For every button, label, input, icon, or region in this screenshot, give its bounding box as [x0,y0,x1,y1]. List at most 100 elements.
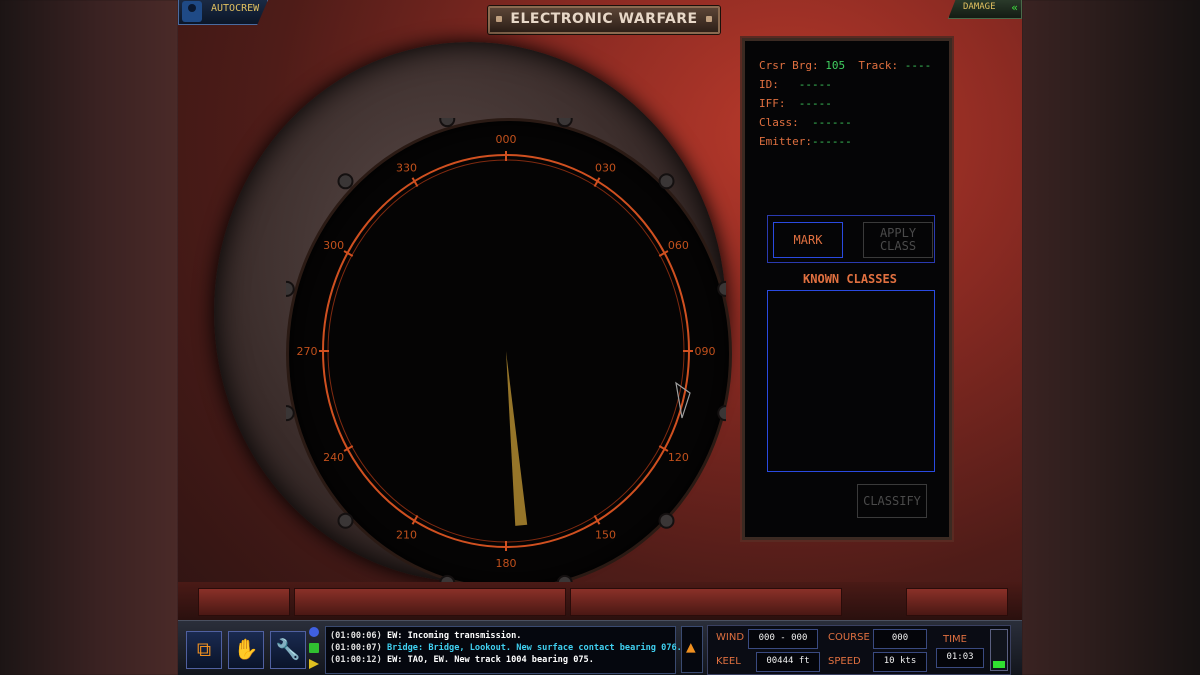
bearing-label: 330 [396,161,417,174]
heading-arrow-icon: ▲ [686,637,696,656]
fuel-gauge [990,629,1008,671]
damage-label: DAMAGE [963,2,996,12]
speed-label: SPEED [828,656,861,667]
bolt-icon [658,512,675,529]
scan-needle [506,351,528,526]
bearing-dial[interactable]: 000 030 060 090 120 150 180 210 240 270 300 330 [286,118,726,584]
course-label: COURSE [828,632,870,643]
bearing-label: 180 [496,557,517,570]
damage-button[interactable]: DAMAGE « [948,0,1022,19]
bearing-label: 120 [668,451,689,464]
keel-value: 00444 ft [756,652,820,672]
bearing-label: 240 [323,451,344,464]
letterbox-right [1022,0,1200,675]
time-label: TIME [943,634,968,645]
windows-button[interactable]: ⧉ [186,631,222,669]
ew-info-panel: Crsr Brg: 105 Track: ---- ID: ----- IFF:… [742,38,952,540]
message-text: Bridge: Bridge, Lookout. New surface con… [386,643,682,653]
id-value: ----- [798,78,832,91]
bolt-icon [439,118,456,128]
track-label: Track: [858,59,899,72]
bolt-icon [286,280,295,297]
message-text: EW: TAO, EW. New track 1004 bearing 075. [386,655,594,665]
console-panel [294,588,566,616]
esm-scope-housing: 000 030 060 090 120 150 180 210 240 270 300 330 [214,42,732,590]
bearing-label: 150 [595,529,616,542]
class-row: Class: ------ [759,116,852,129]
iff-row: IFF: ----- [759,97,832,110]
hand-icon: ✋ [233,637,259,661]
bearing-label: 210 [396,529,417,542]
autocrew-label: AUTOCREW [211,3,260,14]
bearing-label: 030 [595,161,616,174]
navigation-panel: WIND 000 - 000 KEEL 00444 ft COURSE 000 … [707,625,1011,675]
emitter-row: Emitter:------ [759,135,852,148]
message-log[interactable]: (01:00:06) EW: Incoming transmission. (0… [325,626,682,674]
emitter-value: ------ [811,135,852,148]
windows-icon: ⧉ [196,637,212,661]
electronic-warfare-screen: AUTOCREW ELECTRONIC WARFARE DAMAGE « 000… [178,0,1022,675]
compass-indicator[interactable]: ▲ [681,626,703,673]
cursor-bearing-row: Crsr Brg: 105 Track: ---- [759,59,931,72]
rivet-icon [706,16,712,22]
bolt-icon [717,405,726,422]
console-panel [198,588,290,616]
iff-label: IFF: [759,97,786,110]
apply-class-button[interactable]: APPLY CLASS [863,222,933,258]
iff-value: ----- [798,97,832,110]
message-line: (01:00:06) EW: Incoming transmission. [330,631,521,641]
mark-button[interactable]: MARK [773,222,843,258]
bolt-icon [337,512,354,529]
double-chevron-icon: « [1011,1,1018,14]
message-time: (01:00:07) [330,643,382,653]
console-panel [906,588,1008,616]
action-button-group: MARK APPLY CLASS [767,215,935,263]
blue-indicator-icon[interactable] [309,627,319,637]
play-icon[interactable] [309,659,319,669]
id-row: ID: ----- [759,78,832,91]
bottom-status-bar: ⧉ ✋ 🔧 (01:00:06) EW: Incoming transmissi… [178,620,1022,675]
wind-value: 000 - 000 [748,629,818,649]
bolt-icon [717,280,726,297]
screen-title-plate: ELECTRONIC WARFARE [488,6,720,34]
crew-avatar-icon [182,1,202,22]
wrench-icon: 🔧 [275,637,301,661]
bearing-label: 300 [323,239,344,252]
class-label: Class: [759,116,799,129]
bolt-icon [286,405,295,422]
bolt-icon [556,118,573,128]
bolt-icon [337,173,354,190]
green-indicator-icon[interactable] [309,643,319,653]
wind-label: WIND [716,632,745,643]
message-text: EW: Incoming transmission. [386,631,522,641]
known-classes-title: KNOWN CLASSES [803,272,897,286]
classify-button[interactable]: CLASSIFY [857,484,927,518]
message-line: (01:00:12) EW: TAO, EW. New track 1004 b… [330,655,594,665]
fuel-gauge-fill [993,660,1005,668]
autocrew-button[interactable]: AUTOCREW [178,0,268,25]
bearing-label: 270 [297,345,318,358]
bearing-label: 000 [496,133,517,146]
letterbox-left [0,0,178,675]
speed-value: 10 kts [873,652,927,672]
bolt-icon [658,173,675,190]
console-base [178,582,1022,620]
keel-label: KEEL [716,656,741,667]
class-value: ------ [812,116,852,129]
time-value: 01:03 [936,648,984,668]
message-time: (01:00:06) [330,631,382,641]
emitter-label: Emitter: [759,135,812,148]
message-time: (01:00:12) [330,655,382,665]
cursor-bearing-label: Crsr Brg: [759,59,819,72]
id-label: ID: [759,78,779,91]
hand-button[interactable]: ✋ [228,631,264,669]
cursor-bearing-value: 105 [825,59,846,72]
screen-title: ELECTRONIC WARFARE [510,11,698,27]
known-classes-list[interactable] [767,290,935,472]
wrench-button[interactable]: 🔧 [270,631,306,669]
bearing-label: 060 [668,239,689,252]
bearing-label: 090 [695,345,716,358]
track-value: ---- [904,59,932,72]
message-line: (01:00:07) Bridge: Bridge, Lookout. New … [330,643,682,653]
console-panel [570,588,842,616]
